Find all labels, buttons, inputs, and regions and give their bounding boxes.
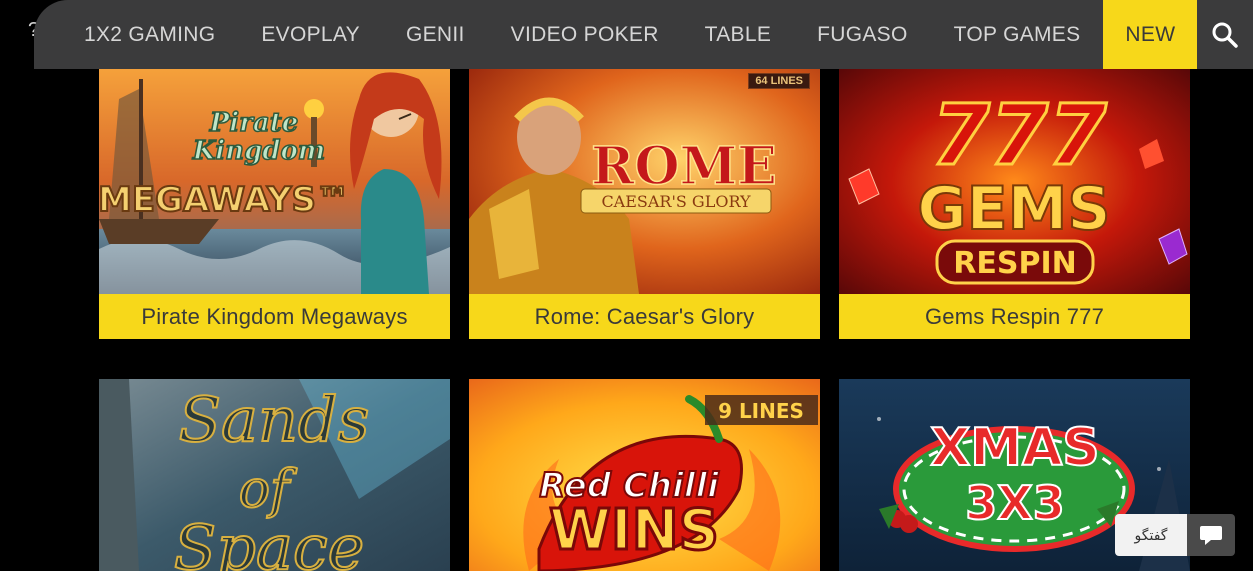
nav-item-genii[interactable]: GENII	[383, 0, 488, 69]
art-line2: GEMS	[917, 174, 1110, 244]
game-thumbnail[interactable]: Sands of Space	[99, 379, 450, 571]
art-line1: Sands	[179, 383, 370, 456]
game-thumbnail[interactable]: Pirate Kingdom MEGAWAYS™	[99, 69, 450, 294]
art-line3: RESPIN	[953, 246, 1076, 281]
gems-respin-artwork: 777 GEMS RESPIN	[839, 69, 1190, 294]
art-line2: WINS	[549, 498, 719, 563]
art-line1: Pirate	[209, 108, 299, 138]
game-card-sands-of-space[interactable]: Sands of Space	[99, 379, 450, 571]
nav-item-video-poker[interactable]: VIDEO POKER	[488, 0, 682, 69]
art-line1: XMAS	[930, 418, 1100, 478]
game-caption[interactable]: Pirate Kingdom Megaways	[99, 294, 450, 339]
game-card-red-chilli-wins[interactable]: Red Chilli WINS 9 LINES	[469, 379, 820, 571]
sands-of-space-artwork: Sands of Space	[99, 379, 450, 571]
category-nav: 1X2 GAMING EVOPLAY GENII VIDEO POKER TAB…	[34, 0, 1253, 69]
game-thumbnail[interactable]: 777 GEMS RESPIN	[839, 69, 1190, 294]
game-card-pirate-kingdom[interactable]: Pirate Kingdom MEGAWAYS™ Pirate Kingdom …	[99, 69, 450, 339]
search-icon	[1212, 22, 1238, 48]
search-button[interactable]	[1197, 0, 1253, 69]
art-line2: 3X3	[965, 476, 1064, 530]
nav-item-1x2-gaming[interactable]: 1X2 GAMING	[34, 0, 238, 69]
chat-widget[interactable]: گفتگو	[1115, 514, 1235, 556]
game-card-gems-respin[interactable]: 777 GEMS RESPIN Gems Respin 777	[839, 69, 1190, 339]
nav-item-evoplay[interactable]: EVOPLAY	[238, 0, 383, 69]
rome-artwork: ROME CAESAR'S GLORY	[469, 69, 820, 294]
game-caption[interactable]: Gems Respin 777	[839, 294, 1190, 339]
art-line1: 777	[931, 86, 1107, 184]
game-caption[interactable]: Rome: Caesar's Glory	[469, 294, 820, 339]
chat-bubble-icon	[1200, 526, 1222, 545]
art-line1: ROME	[591, 136, 777, 197]
art-line3: Space	[174, 511, 365, 571]
nav-item-top-games[interactable]: TOP GAMES	[931, 0, 1104, 69]
game-card-rome[interactable]: ROME CAESAR'S GLORY 64 LINES Rome: Caesa…	[469, 69, 820, 339]
pirate-kingdom-artwork: Pirate Kingdom MEGAWAYS™	[99, 69, 450, 294]
lines-badge: 64 LINES	[748, 73, 810, 89]
art-line2: Kingdom	[192, 136, 326, 166]
red-chilli-wins-artwork: Red Chilli WINS 9 LINES	[469, 379, 820, 571]
nav-item-new[interactable]: NEW	[1103, 0, 1198, 69]
lines-badge: 9 LINES	[718, 399, 804, 423]
nav-item-table[interactable]: TABLE	[682, 0, 794, 69]
game-thumbnail[interactable]: Red Chilli WINS 9 LINES	[469, 379, 820, 571]
art-line3: MEGAWAYS™	[99, 180, 350, 220]
game-thumbnail[interactable]: ROME CAESAR'S GLORY 64 LINES	[469, 69, 820, 294]
nav-item-fugaso[interactable]: FUGASO	[794, 0, 930, 69]
art-line2: CAESAR'S GLORY	[601, 192, 751, 211]
chat-button[interactable]	[1187, 514, 1235, 556]
chat-label[interactable]: گفتگو	[1115, 514, 1187, 556]
